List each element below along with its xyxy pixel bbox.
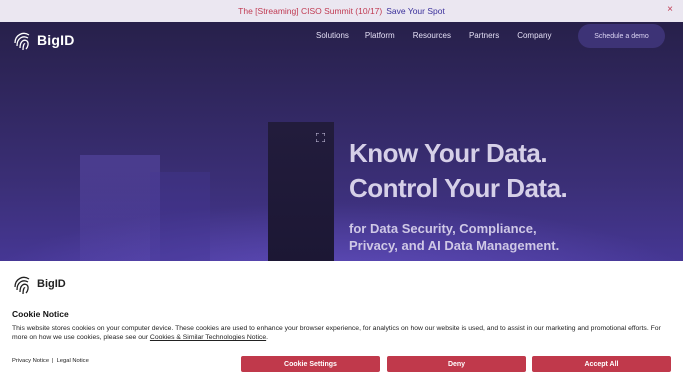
hero-graphic (80, 155, 160, 265)
cookie-body: This website stores cookies on your comp… (12, 324, 677, 342)
hero-subheadline: for Data Security, Compliance, Privacy, … (349, 220, 559, 254)
legal-notice-link[interactable]: Legal Notice (57, 358, 89, 364)
cookie-settings-button[interactable]: Cookie Settings (241, 356, 380, 372)
link-separator: | (52, 358, 54, 364)
subheadline-line-1: for Data Security, Compliance, (349, 221, 537, 236)
fingerprint-icon (14, 276, 30, 295)
video-panel (268, 122, 334, 262)
main-nav: Solutions Platform Resources Partners Co… (316, 31, 569, 40)
hero-headline: Know Your Data. Control Your Data. (349, 136, 568, 206)
cookie-brand-logo: BigID (12, 273, 66, 295)
cookie-footer-links: Privacy Notice | Legal Notice (12, 358, 89, 364)
nav-item-platform[interactable]: Platform (365, 31, 395, 40)
privacy-notice-link[interactable]: Privacy Notice (12, 358, 49, 364)
cookie-brand-name: BigID (37, 278, 66, 290)
nav-item-resources[interactable]: Resources (413, 31, 451, 40)
headline-line-1: Know Your Data. (349, 138, 548, 168)
cookie-body-end: . (266, 334, 269, 341)
nav-item-company[interactable]: Company (517, 31, 551, 40)
close-icon[interactable]: × (667, 5, 673, 15)
subheadline-line-2: Privacy, and AI Data Management. (349, 238, 560, 253)
brand-name: BigID (37, 32, 75, 48)
headline-line-2: Control Your Data. (349, 173, 568, 203)
nav-item-partners[interactable]: Partners (469, 31, 499, 40)
brand-logo[interactable]: BigID (12, 29, 75, 51)
announcement-text: The [Streaming] CISO Summit (10/17) (238, 6, 383, 16)
accept-all-button[interactable]: Accept All (532, 356, 671, 372)
announcement-bar: The [Streaming] CISO Summit (10/17) Save… (0, 0, 683, 22)
cookie-banner: BigID Cookie Notice This website stores … (0, 261, 683, 384)
schedule-demo-button[interactable]: Schedule a demo (578, 24, 665, 48)
deny-button[interactable]: Deny (387, 356, 526, 372)
hero-graphic-secondary (150, 172, 210, 262)
fingerprint-icon (14, 32, 30, 51)
cookie-title: Cookie Notice (12, 309, 69, 319)
cookies-notice-link[interactable]: Cookies & Similar Technologies Notice (150, 334, 266, 341)
cookie-body-text: This website stores cookies on your comp… (12, 325, 661, 341)
nav-item-solutions[interactable]: Solutions (316, 31, 349, 40)
save-your-spot-link[interactable]: Save Your Spot (386, 6, 445, 16)
expand-icon[interactable] (316, 133, 325, 142)
